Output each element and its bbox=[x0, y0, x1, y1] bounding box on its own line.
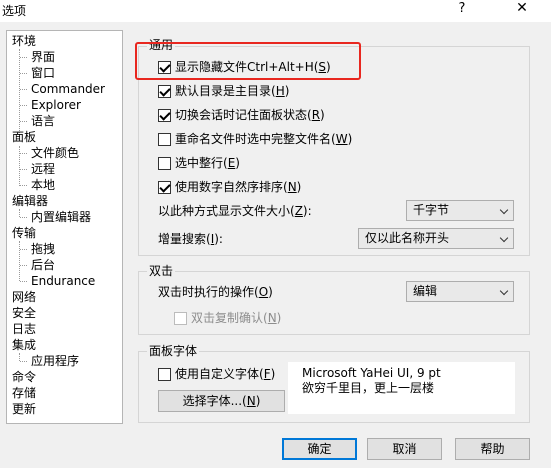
checkbox-checked-icon bbox=[158, 84, 171, 98]
doubleclick-action-select[interactable]: 编辑 bbox=[406, 281, 514, 302]
tree-item-file-colors[interactable]: 文件颜色 bbox=[31, 145, 79, 161]
natural-sort-checkbox[interactable]: 使用数字自然序排序(N) bbox=[158, 179, 301, 195]
incremental-search-select[interactable]: 仅以此名称开头 bbox=[358, 228, 514, 249]
chevron-down-icon bbox=[499, 205, 509, 215]
select-font-button[interactable]: 选择字体...(N) bbox=[158, 390, 285, 412]
checkbox-checked-icon bbox=[158, 108, 171, 122]
tree-item-background[interactable]: 后台 bbox=[31, 257, 55, 273]
tree-item-panels[interactable]: 面板 bbox=[12, 129, 36, 145]
help-icon[interactable]: ? bbox=[452, 1, 472, 19]
doubleclick-copy-confirm-checkbox[interactable]: 双击复制确认(N) bbox=[174, 310, 281, 326]
close-icon[interactable]: ✕ bbox=[509, 0, 535, 20]
tree-item-window[interactable]: 窗口 bbox=[31, 65, 55, 81]
tree-item-commands[interactable]: 命令 bbox=[12, 369, 36, 385]
default-home-checkbox[interactable]: 默认目录是主目录(H) bbox=[158, 83, 289, 99]
font-preview: Microsoft YaHei UI, 9 pt 欲穷千里目，更上一层楼 bbox=[288, 362, 515, 414]
tree-item-interface[interactable]: 界面 bbox=[31, 49, 55, 65]
font-preview-sample: 欲穷千里目，更上一层楼 bbox=[302, 381, 435, 395]
title-bar: 选项 ? ✕ bbox=[0, 0, 551, 22]
chevron-down-icon bbox=[499, 233, 509, 243]
tree-item-local[interactable]: 本地 bbox=[31, 177, 55, 193]
checkbox-unchecked-icon bbox=[174, 311, 187, 325]
checkbox-unchecked-icon bbox=[158, 367, 171, 381]
tree-item-logging[interactable]: 日志 bbox=[12, 321, 36, 337]
tree-item-storage[interactable]: 存储 bbox=[12, 385, 36, 401]
checkbox-unchecked-icon bbox=[158, 156, 171, 170]
tree-item-transfer[interactable]: 传输 bbox=[12, 225, 36, 241]
tree-item-commander[interactable]: Commander bbox=[31, 81, 105, 97]
tree-item-network[interactable]: 网络 bbox=[12, 289, 36, 305]
tree-item-applications[interactable]: 应用程序 bbox=[31, 353, 79, 369]
tree-item-endurance[interactable]: Endurance bbox=[31, 273, 95, 289]
ok-button[interactable]: 确定 bbox=[282, 438, 357, 460]
doubleclick-group-title: 双击 bbox=[147, 264, 176, 278]
custom-font-checkbox[interactable]: 使用自定义字体(F) bbox=[158, 366, 275, 382]
tree-item-remote[interactable]: 远程 bbox=[31, 161, 55, 177]
select-full-name-checkbox[interactable]: 重命名文件时选中完整文件名(W) bbox=[158, 131, 352, 147]
doubleclick-action-label: 双击时执行的操作(O) bbox=[158, 285, 273, 299]
tree-item-internal-editor[interactable]: 内置编辑器 bbox=[31, 209, 91, 225]
tree-item-explorer[interactable]: Explorer bbox=[31, 97, 81, 113]
checkbox-checked-icon bbox=[158, 180, 171, 194]
highlight-box bbox=[135, 42, 361, 80]
tree-item-editors[interactable]: 编辑器 bbox=[12, 193, 48, 209]
chevron-down-icon bbox=[499, 286, 509, 296]
size-format-label: 以此种方式显示文件大小(Z): bbox=[158, 204, 312, 218]
panelfont-group-title: 面板字体 bbox=[147, 344, 200, 358]
incremental-search-label: 增量搜索(I): bbox=[158, 232, 223, 246]
window-title: 选项 bbox=[2, 4, 27, 18]
help-button[interactable]: 帮助 bbox=[455, 438, 530, 460]
options-tree[interactable]: 环境 界面 窗口 Commander Explorer 语言 面板 文件颜色 远… bbox=[6, 30, 123, 424]
tree-item-language[interactable]: 语言 bbox=[31, 113, 55, 129]
tree-item-security[interactable]: 安全 bbox=[12, 305, 36, 321]
select-whole-row-checkbox[interactable]: 选中整行(E) bbox=[158, 155, 240, 171]
tree-item-integration[interactable]: 集成 bbox=[12, 337, 36, 353]
tree-item-updates[interactable]: 更新 bbox=[12, 401, 36, 417]
cancel-button[interactable]: 取消 bbox=[367, 438, 442, 460]
font-preview-name: Microsoft YaHei UI, 9 pt bbox=[302, 366, 441, 380]
tree-item-environment[interactable]: 环境 bbox=[12, 33, 36, 49]
size-format-select[interactable]: 千字节 bbox=[406, 200, 514, 221]
tree-item-drag-drop[interactable]: 拖拽 bbox=[31, 241, 55, 257]
remember-panel-checkbox[interactable]: 切换会话时记住面板状态(R) bbox=[158, 107, 325, 123]
checkbox-unchecked-icon bbox=[158, 132, 171, 146]
